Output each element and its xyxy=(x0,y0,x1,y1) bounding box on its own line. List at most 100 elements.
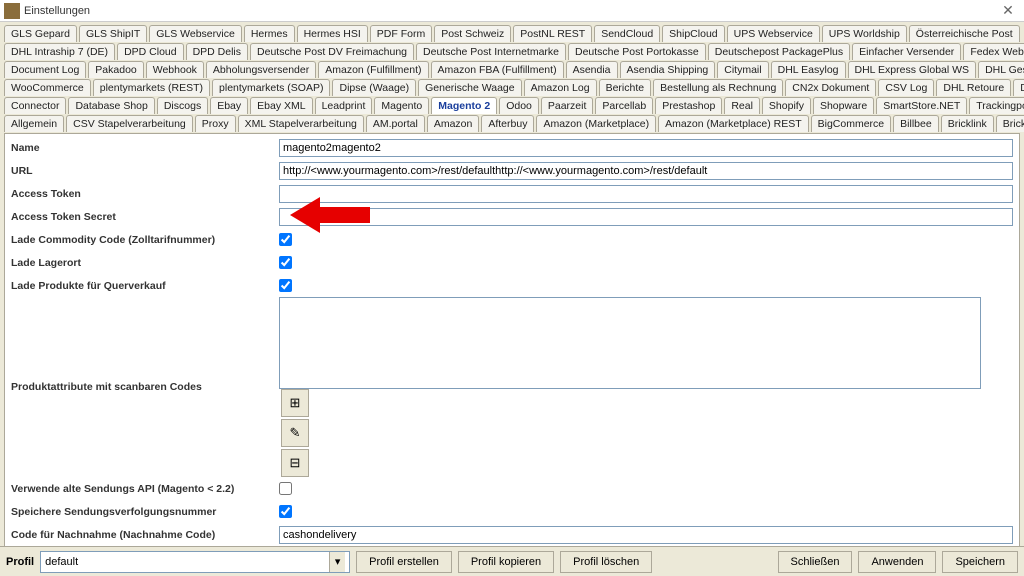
tab-ups-webservice[interactable]: UPS Webservice xyxy=(727,25,820,42)
tab-dhl-intraship-7-de-[interactable]: DHL Intraship 7 (DE) xyxy=(4,43,115,60)
tab-dhl-gesch-ftskundenversand[interactable]: DHL Geschäftskundenversand xyxy=(978,61,1024,78)
url-input[interactable] xyxy=(279,162,1013,180)
tab-bestellung-als-rechnung[interactable]: Bestellung als Rechnung xyxy=(653,79,783,96)
tab-post-schweiz[interactable]: Post Schweiz xyxy=(434,25,511,42)
tab-magento[interactable]: Magento xyxy=(374,97,429,114)
tab-bigcommerce[interactable]: BigCommerce xyxy=(811,115,892,132)
tab-billbee[interactable]: Billbee xyxy=(893,115,939,132)
tab-webhook[interactable]: Webhook xyxy=(146,61,204,78)
tab-document-downloader[interactable]: Document Downloader xyxy=(1013,79,1024,96)
tab-gls-webservice[interactable]: GLS Webservice xyxy=(149,25,242,42)
tab-amazon-marketplace-rest[interactable]: Amazon (Marketplace) REST xyxy=(658,115,809,132)
tab-asendia[interactable]: Asendia xyxy=(566,61,618,78)
tab-amazon-log[interactable]: Amazon Log xyxy=(524,79,597,96)
label-access-token-secret: Access Token Secret xyxy=(11,211,279,223)
load-querverkauf-checkbox[interactable] xyxy=(279,279,292,292)
edit-attribute-button[interactable]: ✎ xyxy=(281,419,309,447)
tab--sterreichische-post[interactable]: Österreichische Post xyxy=(909,25,1020,42)
tab-dipse-waage-[interactable]: Dipse (Waage) xyxy=(332,79,416,96)
tab-sendcloud[interactable]: SendCloud xyxy=(594,25,660,42)
close-icon[interactable]: ✕ xyxy=(996,2,1020,19)
tab-dhl-express-global-ws[interactable]: DHL Express Global WS xyxy=(848,61,977,78)
tab-amazon-fulfillment-[interactable]: Amazon (Fulfillment) xyxy=(318,61,428,78)
name-input[interactable] xyxy=(279,139,1013,157)
tab-smartstore-net[interactable]: SmartStore.NET xyxy=(876,97,967,114)
tab-document-log[interactable]: Document Log xyxy=(4,61,86,78)
save-button[interactable]: Speichern xyxy=(942,551,1018,573)
tab-einfacher-versender[interactable]: Einfacher Versender xyxy=(852,43,961,60)
tab-am-portal[interactable]: AM.portal xyxy=(366,115,425,132)
tab-plentymarkets-soap-[interactable]: plentymarkets (SOAP) xyxy=(212,79,330,96)
tab-pakadoo[interactable]: Pakadoo xyxy=(88,61,143,78)
apply-button[interactable]: Anwenden xyxy=(858,551,936,573)
old-shipment-api-checkbox[interactable] xyxy=(279,482,292,495)
tab-trackingportal[interactable]: Trackingportal xyxy=(969,97,1024,114)
tab-postnl-rest[interactable]: PostNL REST xyxy=(513,25,592,42)
tab-real[interactable]: Real xyxy=(724,97,760,114)
tab-csv-log[interactable]: CSV Log xyxy=(878,79,934,96)
tab-deutsche-post-dv-freimachung[interactable]: Deutsche Post DV Freimachung xyxy=(250,43,414,60)
tab-bricklink[interactable]: Bricklink xyxy=(941,115,994,132)
tab-magento-2[interactable]: Magento 2 xyxy=(431,97,497,114)
profil-combo[interactable]: default ▾ xyxy=(40,551,350,573)
tab-xml-stapelverarbeitung[interactable]: XML Stapelverarbeitung xyxy=(238,115,364,132)
tab-ebay-xml[interactable]: Ebay XML xyxy=(250,97,312,114)
label-old-shipment-api: Verwende alte Sendungs API (Magento < 2.… xyxy=(11,483,279,495)
tab-ebay[interactable]: Ebay xyxy=(210,97,248,114)
tab-gls-shipit[interactable]: GLS ShipIT xyxy=(79,25,147,42)
tab-woocommerce[interactable]: WooCommerce xyxy=(4,79,91,96)
tab-cn2x-dokument[interactable]: CN2x Dokument xyxy=(785,79,876,96)
delete-profile-button[interactable]: Profil löschen xyxy=(560,551,652,573)
cod-code-input[interactable] xyxy=(279,526,1013,544)
tab-plentymarkets-rest-[interactable]: plentymarkets (REST) xyxy=(93,79,210,96)
tab-shipcloud[interactable]: ShipCloud xyxy=(662,25,724,42)
tab-dpd-delis[interactable]: DPD Delis xyxy=(186,43,248,60)
tab-paarzeit[interactable]: Paarzeit xyxy=(541,97,594,114)
tab-abholungsversender[interactable]: Abholungsversender xyxy=(206,61,316,78)
tab-hermes-hsi[interactable]: Hermes HSI xyxy=(297,25,368,42)
tab-generische-waage[interactable]: Generische Waage xyxy=(418,79,522,96)
access-token-input[interactable] xyxy=(279,185,1013,203)
tab-berichte[interactable]: Berichte xyxy=(599,79,652,96)
tab-dhl-retoure[interactable]: DHL Retoure xyxy=(936,79,1011,96)
tab-citymail[interactable]: Citymail xyxy=(717,61,768,78)
tab-fedex-webservice[interactable]: Fedex Webservice xyxy=(963,43,1024,60)
tab-pdf-form[interactable]: PDF Form xyxy=(370,25,432,42)
remove-attribute-button[interactable]: ⊟ xyxy=(281,449,309,477)
tab-database-shop[interactable]: Database Shop xyxy=(68,97,154,114)
tab-csv-stapelverarbeitung[interactable]: CSV Stapelverarbeitung xyxy=(66,115,193,132)
tab-amazon-marketplace-[interactable]: Amazon (Marketplace) xyxy=(536,115,656,132)
tab-parcellab[interactable]: Parcellab xyxy=(595,97,653,114)
close-button[interactable]: Schließen xyxy=(778,551,853,573)
tab-ups-worldship[interactable]: UPS Worldship xyxy=(822,25,907,42)
tab-amazon[interactable]: Amazon xyxy=(427,115,480,132)
tab-connector[interactable]: Connector xyxy=(4,97,66,114)
tab-deutschepost-packageplus[interactable]: Deutschepost PackagePlus xyxy=(708,43,850,60)
tab-discogs[interactable]: Discogs xyxy=(157,97,208,114)
tab-deutsche-post-portokasse[interactable]: Deutsche Post Portokasse xyxy=(568,43,706,60)
tab-proxy[interactable]: Proxy xyxy=(195,115,236,132)
load-commodity-checkbox[interactable] xyxy=(279,233,292,246)
tab-prestashop[interactable]: Prestashop xyxy=(655,97,722,114)
access-token-secret-input[interactable] xyxy=(279,208,1013,226)
tab-gls-gepard[interactable]: GLS Gepard xyxy=(4,25,77,42)
tab-dpd-cloud[interactable]: DPD Cloud xyxy=(117,43,184,60)
tab-odoo[interactable]: Odoo xyxy=(499,97,539,114)
tab-shopify[interactable]: Shopify xyxy=(762,97,811,114)
tab-hermes[interactable]: Hermes xyxy=(244,25,295,42)
tab-leadprint[interactable]: Leadprint xyxy=(315,97,373,114)
tab-dhl-easylog[interactable]: DHL Easylog xyxy=(771,61,846,78)
save-tracking-checkbox[interactable] xyxy=(279,505,292,518)
tab-brickowl[interactable]: Brickowl xyxy=(996,115,1024,132)
create-profile-button[interactable]: Profil erstellen xyxy=(356,551,452,573)
tab-asendia-shipping[interactable]: Asendia Shipping xyxy=(620,61,716,78)
tab-allgemein[interactable]: Allgemein xyxy=(4,115,64,132)
tab-afterbuy[interactable]: Afterbuy xyxy=(481,115,534,132)
add-attribute-button[interactable]: ⊞ xyxy=(281,389,309,417)
load-lagerort-checkbox[interactable] xyxy=(279,256,292,269)
tab-deutsche-post-internetmarke[interactable]: Deutsche Post Internetmarke xyxy=(416,43,566,60)
tab-shopware[interactable]: Shopware xyxy=(813,97,874,114)
product-attributes-list[interactable] xyxy=(279,297,981,389)
tab-amazon-fba-fulfillment-[interactable]: Amazon FBA (Fulfillment) xyxy=(431,61,564,78)
copy-profile-button[interactable]: Profil kopieren xyxy=(458,551,554,573)
